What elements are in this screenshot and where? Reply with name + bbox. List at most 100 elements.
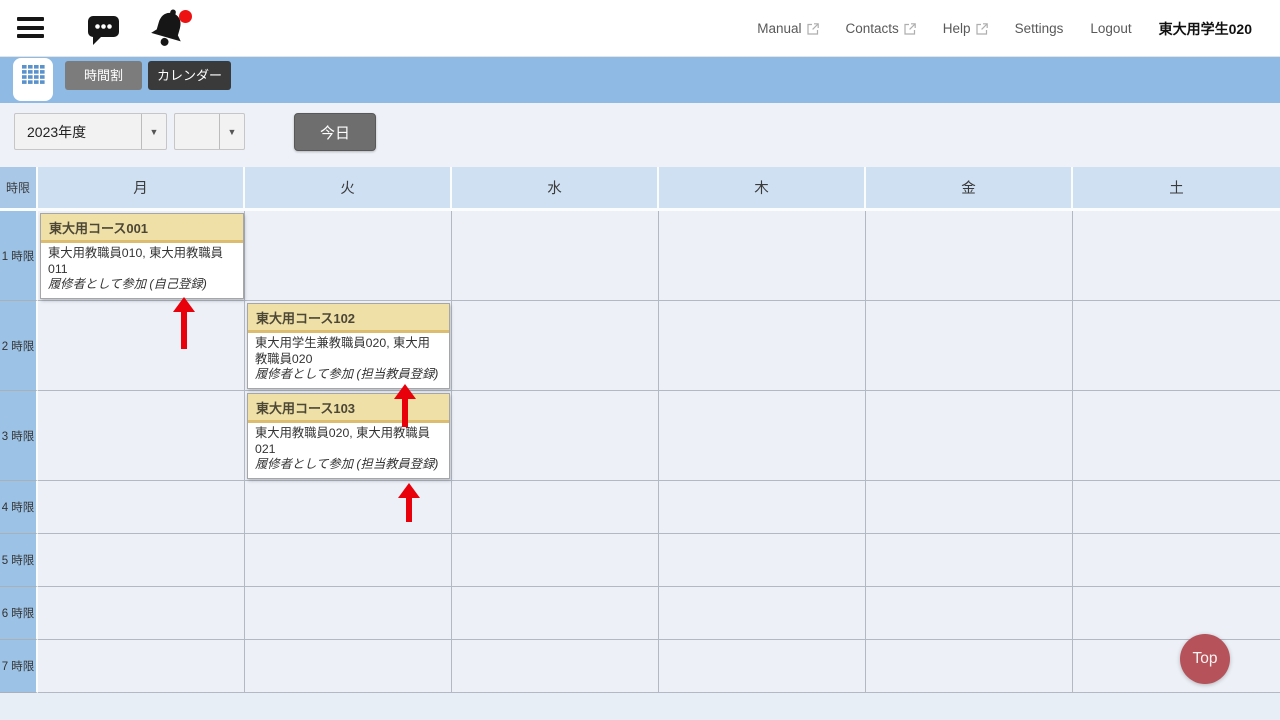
course-entry-tue-3[interactable]: 東大用コース103 東大用教職員020, 東大用教職員021 履修者として参加 …: [247, 393, 450, 479]
manual-link-label: Manual: [757, 21, 801, 36]
course-members: 東大用教職員010, 東大用教職員011: [48, 246, 236, 277]
contacts-link-label: Contacts: [846, 21, 899, 36]
timetable-cell: [1073, 640, 1280, 693]
timetable-cell: [866, 391, 1073, 481]
annotation-arrow-up: [398, 483, 420, 522]
chevron-down-icon: ▼: [219, 114, 244, 149]
tab-calendar[interactable]: カレンダー: [148, 61, 231, 90]
day-header-sat: 土: [1073, 167, 1280, 211]
period-corner-header: 時限: [0, 167, 38, 211]
logged-in-username: 東大用学生020: [1159, 19, 1252, 39]
settings-link-label: Settings: [1015, 21, 1064, 36]
timetable-cell: [659, 587, 866, 640]
timetable-cell: [38, 587, 245, 640]
day-header-thu: 木: [659, 167, 866, 211]
timetable-cell: [452, 481, 659, 534]
external-link-icon: [807, 23, 819, 35]
term-select[interactable]: ▼: [174, 113, 245, 150]
contacts-link[interactable]: Contacts: [846, 21, 916, 36]
timetable-cell: [245, 587, 452, 640]
timetable-cell: [1073, 587, 1280, 640]
period-label-4: 4 時限: [0, 481, 38, 534]
timetable-cell: [452, 391, 659, 481]
period-label-5: 5 時限: [0, 534, 38, 587]
timetable-cell: [659, 211, 866, 301]
timetable-cell: [38, 391, 245, 481]
timetable-cell: [866, 211, 1073, 301]
top-bar: Manual Contacts Help Settings Logout 東大用…: [0, 0, 1280, 57]
day-header-fri: 金: [866, 167, 1073, 211]
course-members: 東大用学生兼教職員020, 東大用教職員020: [255, 336, 442, 367]
external-link-icon: [904, 23, 916, 35]
annotation-arrow-up: [173, 297, 195, 349]
timetable-cell: [659, 391, 866, 481]
timetable-cell: [452, 534, 659, 587]
timetable-cell: [659, 534, 866, 587]
course-members: 東大用教職員020, 東大用教職員021: [255, 426, 442, 457]
timetable-cell: [452, 301, 659, 391]
tab-timetable[interactable]: 時間割: [65, 61, 142, 90]
timetable-cell: [659, 301, 866, 391]
calendar-toolbar: 2023年度 ▼ ▼ 今日 2024年03月28日: [0, 103, 1280, 167]
period-label-3: 3 時限: [0, 391, 38, 481]
help-link[interactable]: Help: [943, 21, 988, 36]
timetable-cell: [38, 534, 245, 587]
course-entry-mon-1[interactable]: 東大用コース001 東大用教職員010, 東大用教職員011 履修者として参加 …: [40, 213, 244, 299]
timetable-cell: [866, 587, 1073, 640]
course-details: 東大用教職員010, 東大用教職員011 履修者として参加 (自己登録): [41, 243, 243, 293]
year-select-value: 2023年度: [15, 114, 141, 149]
view-tab-band: 時間割 カレンダー: [0, 57, 1280, 103]
timetable-cell: [1073, 534, 1280, 587]
settings-link[interactable]: Settings: [1015, 21, 1064, 36]
grid-icon: [22, 65, 45, 84]
scroll-to-top-button[interactable]: Top: [1180, 634, 1230, 684]
day-header-tue: 火: [245, 167, 452, 211]
external-link-icon: [976, 23, 988, 35]
top-nav: Manual Contacts Help Settings Logout 東大用…: [757, 0, 1252, 57]
logout-link-label: Logout: [1090, 21, 1131, 36]
notification-dot: [179, 10, 192, 23]
course-title: 東大用コース102: [248, 304, 449, 333]
timetable-cell: [452, 587, 659, 640]
timetable-cell: [1073, 481, 1280, 534]
timetable-cell: [1073, 391, 1280, 481]
timetable-grid: 時限 月 火 水 木 金 土 1 時限 2 時限 3 時限 4 時限 5 時限 …: [0, 167, 1280, 693]
timetable-cell: [245, 534, 452, 587]
period-label-1: 1 時限: [0, 211, 38, 301]
timetable-cell: [866, 301, 1073, 391]
day-header-wed: 水: [452, 167, 659, 211]
course-title: 東大用コース001: [41, 214, 243, 243]
timetable-cell: [245, 640, 452, 693]
period-label-2: 2 時限: [0, 301, 38, 391]
logout-link[interactable]: Logout: [1090, 21, 1131, 36]
year-select[interactable]: 2023年度 ▼: [14, 113, 167, 150]
calendar-page: Manual Contacts Help Settings Logout 東大用…: [0, 0, 1280, 720]
course-entry-tue-2[interactable]: 東大用コース102 東大用学生兼教職員020, 東大用教職員020 履修者として…: [247, 303, 450, 389]
chevron-down-icon: ▼: [141, 114, 166, 149]
term-select-value: [175, 114, 219, 149]
today-button[interactable]: 今日: [294, 113, 376, 151]
course-details: 東大用教職員020, 東大用教職員021 履修者として参加 (担当教員登録): [248, 423, 449, 473]
timetable-cell: [38, 301, 245, 391]
chat-messages-icon[interactable]: [85, 12, 123, 48]
timetable-cell: [659, 481, 866, 534]
course-participation: 履修者として参加 (自己登録): [48, 277, 236, 293]
timetable-cell: [245, 211, 452, 301]
timetable-section-icon[interactable]: [13, 58, 53, 101]
timetable-cell: [245, 481, 452, 534]
timetable-cell: [866, 640, 1073, 693]
period-label-7: 7 時限: [0, 640, 38, 693]
timetable-cell: [866, 481, 1073, 534]
timetable-cell: [1073, 301, 1280, 391]
timetable-cell: [38, 640, 245, 693]
notification-bell-icon[interactable]: [146, 6, 194, 52]
annotation-arrow-up: [394, 384, 416, 427]
timetable-cell: [38, 481, 245, 534]
course-participation: 履修者として参加 (担当教員登録): [255, 457, 442, 473]
manual-link[interactable]: Manual: [757, 21, 818, 36]
day-header-mon: 月: [38, 167, 245, 211]
hamburger-menu-icon[interactable]: [17, 17, 44, 39]
timetable-cell: [1073, 211, 1280, 301]
help-link-label: Help: [943, 21, 971, 36]
timetable-cell: [452, 211, 659, 301]
